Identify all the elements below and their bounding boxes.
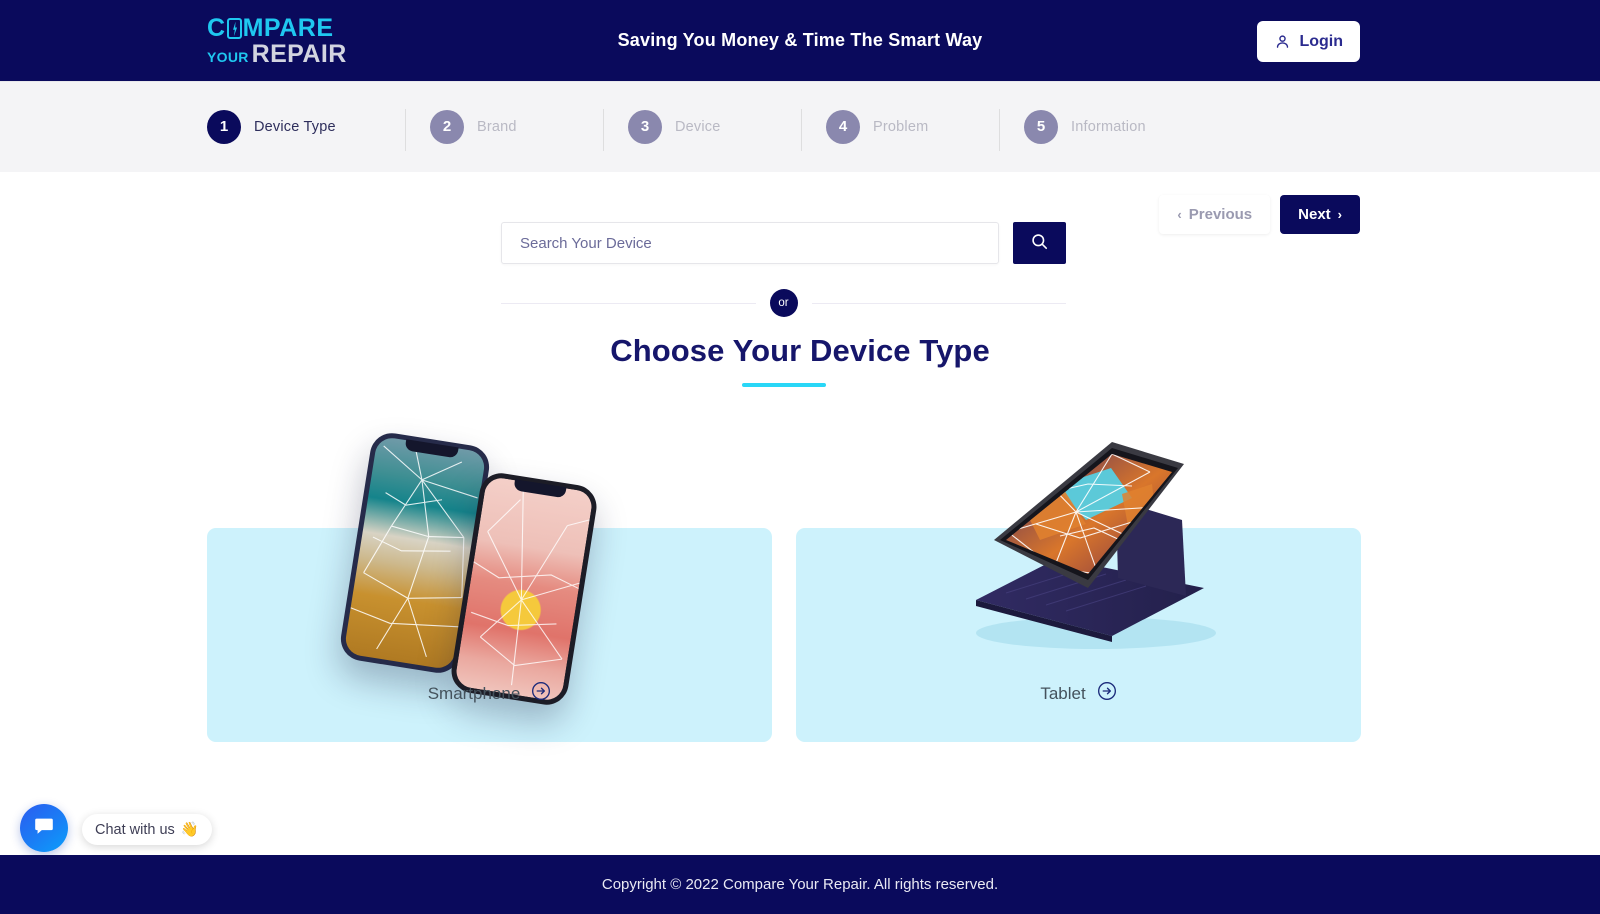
step-item-information[interactable]: 5 Information (999, 100, 1197, 154)
step-number-badge: 4 (826, 109, 860, 144)
device-type-card-tablet[interactable]: Tablet (796, 442, 1361, 742)
step-label: Device Type (254, 118, 336, 135)
logo-text-mpare: MPARE (242, 13, 334, 42)
or-badge: or (769, 289, 798, 317)
logo-line-compare: C MPARE (207, 13, 342, 42)
step-label: Problem (873, 118, 929, 135)
device-type-card-list: Smartphone Tablet (207, 430, 1361, 742)
step-number-badge: 5 (1024, 109, 1058, 144)
smartphone-illustration (337, 428, 607, 708)
device-type-card-label-row: Tablet (796, 681, 1361, 706)
previous-button-label: Previous (1188, 206, 1253, 223)
chevron-right-icon: › (1337, 207, 1342, 222)
page-root: C MPARE YOUR REPAIR Saving You Money & T… (0, 0, 1600, 914)
phone-icon (226, 17, 242, 39)
page-title: Choose Your Device Type (610, 333, 990, 368)
chevron-left-icon: ‹ (1177, 207, 1182, 222)
step-number-badge: 3 (628, 109, 662, 144)
site-header: C MPARE YOUR REPAIR Saving You Money & T… (0, 0, 1600, 81)
chat-bubble-icon (33, 815, 55, 842)
previous-button[interactable]: ‹ Previous (1159, 195, 1271, 234)
step-label: Brand (477, 118, 517, 135)
login-button[interactable]: Login (1257, 21, 1360, 62)
copyright-text: Copyright © 2022 Compare Your Repair. Al… (601, 876, 999, 893)
step-label: Information (1071, 118, 1146, 135)
chat-prompt-label: Chat with us (95, 821, 175, 838)
login-button-label: Login (1299, 32, 1343, 50)
divider-line-left (501, 302, 756, 304)
device-type-card-smartphone[interactable]: Smartphone (207, 430, 772, 742)
user-icon (1274, 33, 1291, 50)
arrow-right-circle-icon (531, 681, 551, 706)
divider-line-right (811, 302, 1066, 304)
logo-line-yourrepair: YOUR REPAIR (207, 41, 346, 67)
stepper-list: 1 Device Type 2 Brand 3 Device 4 Problem… (207, 81, 1197, 172)
progress-stepper-bar: 1 Device Type 2 Brand 3 Device 4 Problem… (0, 81, 1600, 234)
device-type-label: Tablet (1040, 683, 1086, 703)
site-footer: Copyright © 2022 Compare Your Repair. Al… (0, 855, 1600, 914)
chat-prompt-pill[interactable]: Chat with us 👋 (82, 814, 212, 845)
tablet-illustration (936, 428, 1246, 678)
device-search-row (501, 222, 1066, 264)
step-item-device-type[interactable]: 1 Device Type (207, 100, 405, 154)
brand-logo[interactable]: C MPARE YOUR REPAIR (207, 13, 346, 67)
waving-hand-icon: 👋 (180, 822, 199, 838)
step-number-badge: 1 (207, 109, 241, 144)
search-input[interactable] (501, 222, 999, 264)
next-button-label: Next (1298, 206, 1331, 223)
search-button[interactable] (1013, 222, 1066, 264)
step-item-problem[interactable]: 4 Problem (801, 100, 999, 154)
stepper-navigation: ‹ Previous Next › (1159, 195, 1360, 234)
logo-letter-c: C (207, 13, 226, 42)
logo-text-repair: REPAIR (251, 39, 347, 68)
or-divider: or (501, 289, 1066, 317)
step-number-badge: 2 (430, 109, 464, 144)
arrow-right-circle-icon (1097, 681, 1117, 706)
logo-text-your: YOUR (207, 48, 249, 65)
search-icon (1030, 232, 1049, 254)
device-type-card-label-row: Smartphone (207, 681, 772, 706)
cracked-phone-front-icon (448, 470, 600, 708)
next-button[interactable]: Next › (1280, 195, 1360, 234)
step-label: Device (675, 118, 721, 135)
title-underline (742, 383, 826, 387)
step-item-device[interactable]: 3 Device (603, 100, 801, 154)
step-item-brand[interactable]: 2 Brand (405, 100, 603, 154)
chat-launcher-button[interactable] (20, 804, 68, 852)
cracked-phone-back-icon (337, 430, 493, 676)
device-type-label: Smartphone (427, 683, 521, 703)
